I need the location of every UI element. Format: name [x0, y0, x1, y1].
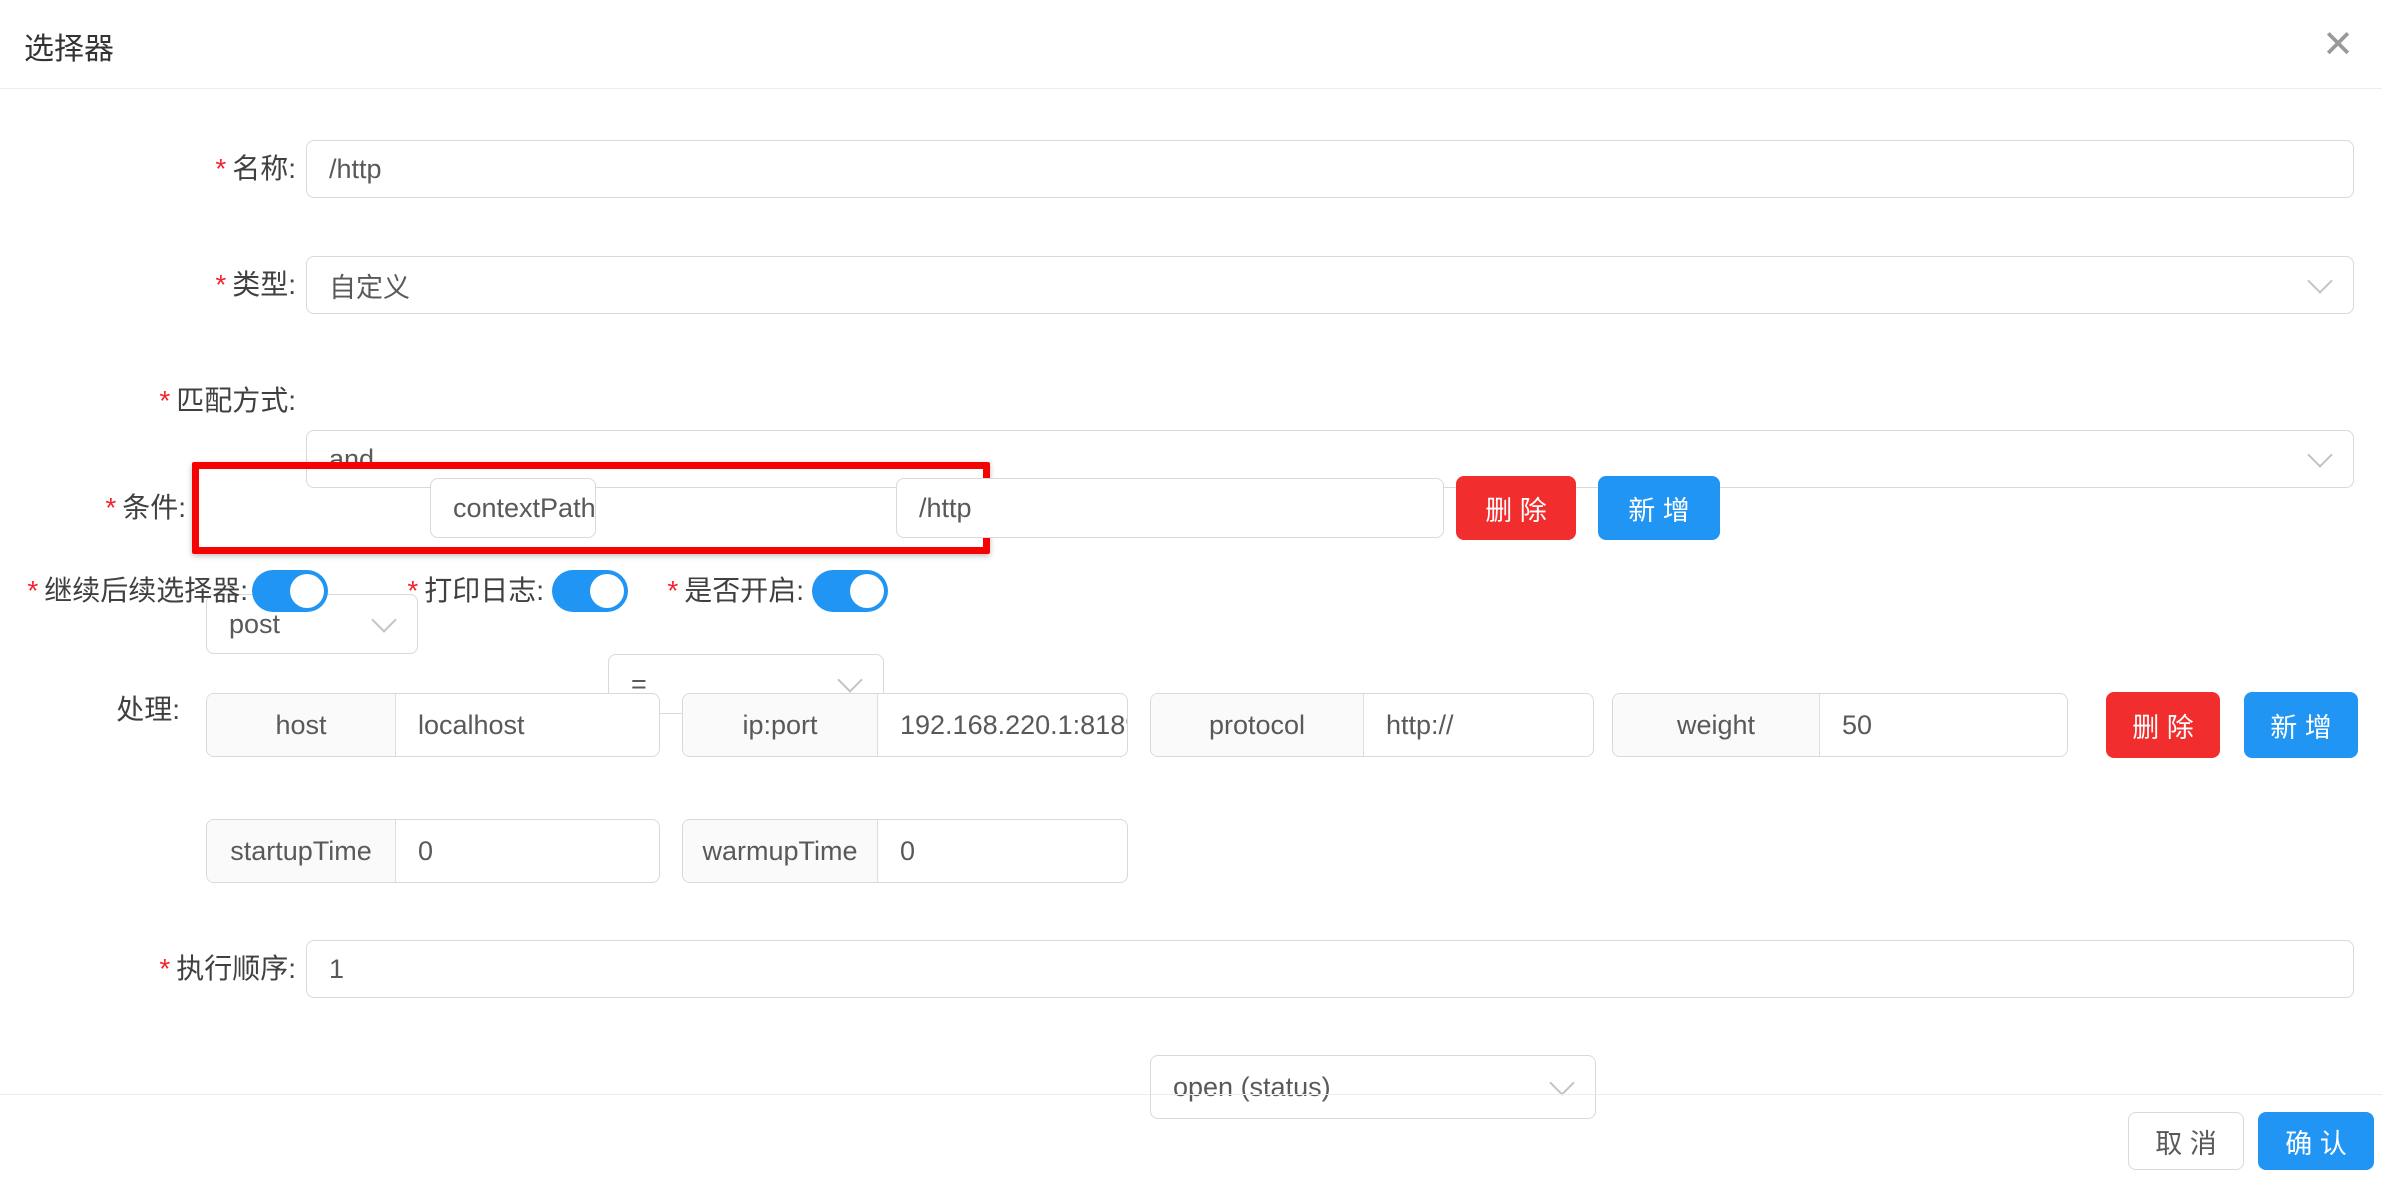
required-asterisk: * [215, 269, 226, 300]
required-asterisk: * [27, 575, 38, 606]
weight-addon: weight [1613, 694, 1820, 756]
warmup-time-field-group: warmupTime [682, 819, 1128, 883]
header-divider [0, 88, 2382, 89]
continued-toggle[interactable] [252, 570, 328, 612]
required-asterisk: * [215, 153, 226, 184]
print-log-toggle[interactable] [552, 570, 628, 612]
condition-add-button[interactable]: 新 增 [1598, 476, 1720, 540]
condition-value-field [896, 478, 1444, 538]
type-label: *类型: [0, 256, 296, 314]
dialog-title: 选择器 [24, 24, 114, 68]
status-select-value: open (status) [1173, 1072, 1331, 1103]
close-icon[interactable]: ✕ [2312, 18, 2364, 70]
selector-dialog: 选择器 ✕ *名称: *类型: 自定义 *匹配方式: and *条件: post… [0, 0, 2382, 1185]
cancel-button[interactable]: 取 消 [2128, 1112, 2244, 1170]
weight-field-group: weight [1612, 693, 2068, 757]
type-select[interactable]: 自定义 [306, 256, 2354, 314]
required-asterisk: * [105, 492, 116, 523]
name-input[interactable] [307, 141, 2353, 197]
sort-label: *执行顺序: [0, 940, 296, 998]
footer-divider [0, 1094, 2382, 1095]
ip-port-input[interactable] [878, 694, 1127, 756]
confirm-button[interactable]: 确 认 [2258, 1112, 2374, 1170]
warmup-time-addon: warmupTime [683, 820, 878, 882]
condition-label: *条件: [0, 478, 186, 538]
handle-add-button[interactable]: 新 增 [2244, 692, 2358, 758]
required-asterisk: * [407, 575, 418, 606]
sort-field [306, 940, 2354, 998]
chevron-down-icon [1549, 1070, 1574, 1095]
weight-input[interactable] [1820, 694, 2067, 756]
ip-port-field-group: ip:port [682, 693, 1128, 757]
name-label: *名称: [0, 140, 296, 198]
chevron-down-icon [2307, 442, 2332, 467]
startup-time-addon: startupTime [207, 820, 396, 882]
sort-input[interactable] [307, 941, 2353, 997]
toggle-knob [590, 574, 624, 608]
host-addon: host [207, 694, 396, 756]
name-field [306, 140, 2354, 198]
protocol-field-group: protocol [1150, 693, 1594, 757]
condition-operator-value: post [229, 609, 280, 640]
condition-value-input[interactable] [897, 479, 1443, 537]
ip-port-addon: ip:port [683, 694, 878, 756]
required-asterisk: * [667, 575, 678, 606]
enabled-toggle[interactable] [812, 570, 888, 612]
type-select-value: 自定义 [329, 266, 410, 305]
required-asterisk: * [159, 385, 170, 416]
warmup-time-input[interactable] [878, 820, 1127, 882]
enabled-label: *是否开启: [646, 570, 804, 612]
host-input[interactable] [396, 694, 659, 756]
print-log-label: *打印日志: [388, 570, 544, 612]
protocol-addon: protocol [1151, 694, 1364, 756]
match-label: *匹配方式: [0, 372, 296, 430]
startup-time-input[interactable] [396, 820, 659, 882]
continued-label: *继续后续选择器: [20, 570, 248, 612]
handle-delete-button[interactable]: 删 除 [2106, 692, 2220, 758]
status-select[interactable]: open (status) [1150, 1055, 1596, 1119]
chevron-down-icon [2307, 268, 2332, 293]
condition-param-input[interactable] [431, 479, 595, 537]
toggle-knob [290, 574, 324, 608]
host-field-group: host [206, 693, 660, 757]
toggle-knob [850, 574, 884, 608]
protocol-input[interactable] [1364, 694, 1593, 756]
condition-delete-button[interactable]: 删 除 [1456, 476, 1576, 540]
chevron-down-icon [837, 667, 862, 692]
required-asterisk: * [159, 953, 170, 984]
startup-time-field-group: startupTime [206, 819, 660, 883]
condition-param-field [430, 478, 596, 538]
handle-label: 处理: [100, 690, 180, 730]
